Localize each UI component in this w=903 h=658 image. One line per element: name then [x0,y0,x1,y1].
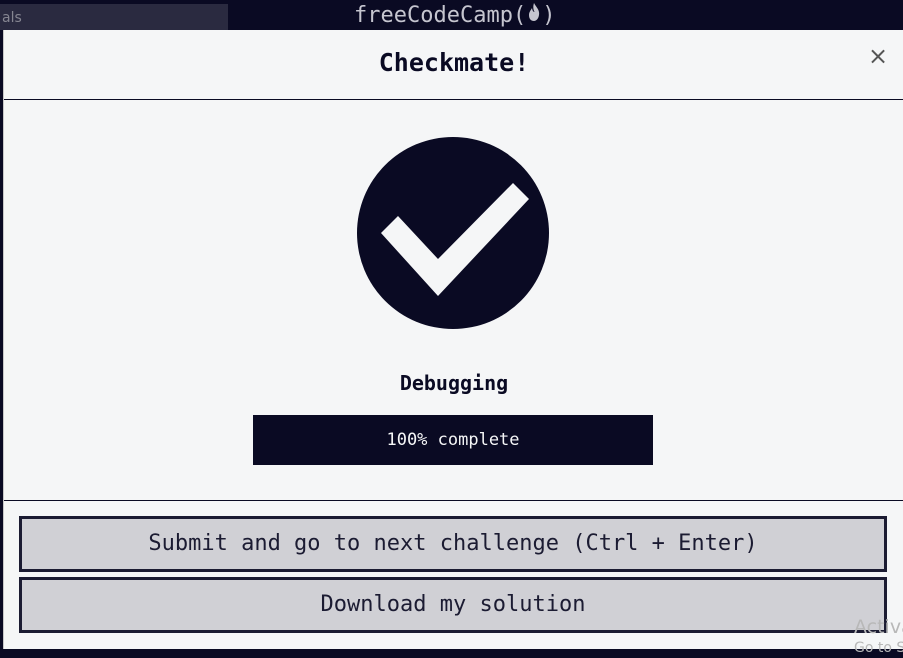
brand-paren: ) [542,3,556,28]
footer-divider [4,500,903,501]
brand-logo[interactable]: freeCodeCamp( ) [354,2,555,30]
top-navbar: als freeCodeCamp( ) [0,0,903,30]
download-solution-button[interactable]: Download my solution [19,577,887,633]
completion-modal: Checkmate! × Debugging 100% complete Sub… [3,30,903,656]
watermark-line-2: Go to Se [854,640,903,656]
block-name: Debugging [399,371,509,395]
modal-header: Checkmate! × [4,30,903,100]
close-icon[interactable]: × [866,44,890,68]
modal-title: Checkmate! [378,48,530,77]
flame-icon [527,1,541,31]
progress-bar: 100% complete [253,415,653,465]
brand-name: freeCodeCamp( [354,3,527,28]
activation-watermark: Activa Go to Se [854,616,903,658]
checkmark-icon [357,137,549,329]
progress-text: 100% complete [386,430,520,450]
submit-next-challenge-button[interactable]: Submit and go to next challenge (Ctrl + … [19,516,887,572]
search-bar-fragment[interactable]: als [0,4,228,30]
watermark-line-1: Activa [854,616,903,638]
